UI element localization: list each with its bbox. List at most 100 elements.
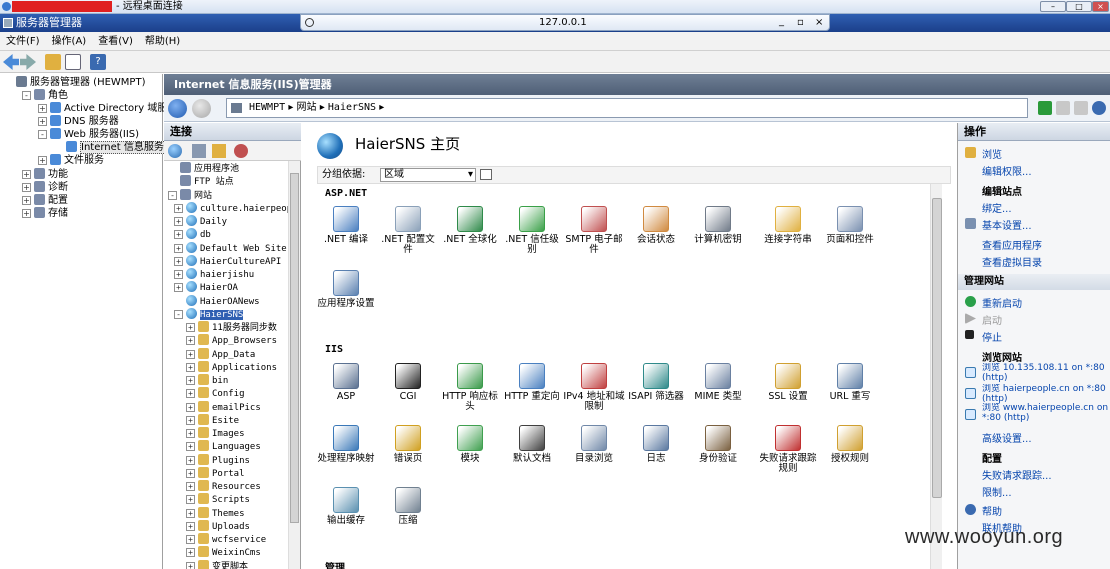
up-folder-icon[interactable] [45, 54, 61, 70]
action-help[interactable]: 帮助 [982, 503, 1002, 518]
tree-node[interactable]: + DNS 服务器 [0, 115, 163, 128]
action-basic-settings[interactable]: 基本设置... [982, 217, 1032, 232]
feature-item[interactable]: 模块 [439, 425, 501, 464]
maximize-button[interactable]: □ [1066, 1, 1092, 12]
feature-item[interactable]: .NET 全球化 [439, 206, 501, 245]
connection-node[interactable]: + Plugins [164, 453, 288, 467]
action-edit-permissions[interactable]: 编辑权限... [982, 163, 1032, 178]
show-hide-tree-icon[interactable] [65, 54, 81, 70]
up-icon[interactable] [212, 144, 226, 158]
connection-node[interactable]: + Applications [164, 360, 288, 374]
connection-node[interactable]: + Default Web Site [164, 241, 288, 255]
connection-node[interactable]: + WeixinCms [164, 546, 288, 559]
feature-item[interactable]: 错误页 [377, 425, 439, 464]
rdp-restore-icon[interactable]: ▫ [797, 15, 804, 30]
expand-icon[interactable]: + [22, 183, 31, 192]
action-view-applications[interactable]: 查看应用程序 [982, 237, 1042, 252]
save-icon[interactable] [192, 144, 206, 158]
pin-icon[interactable] [305, 18, 314, 27]
action-view-virtual-dirs[interactable]: 查看虚拟目录 [982, 254, 1042, 269]
disconnect-icon[interactable] [234, 144, 248, 158]
back-arrow-icon[interactable] [3, 54, 19, 70]
action-bindings[interactable]: 绑定... [982, 200, 1012, 215]
tree-node[interactable]: + 配置 [0, 194, 163, 207]
expand-icon[interactable]: + [38, 117, 47, 126]
connection-node[interactable]: + haierjishu [164, 268, 288, 281]
collapse-icon[interactable]: - [174, 309, 183, 319]
connection-node[interactable]: + culture.haierpeop [164, 201, 288, 215]
expand-icon[interactable]: + [22, 209, 31, 218]
tree-node[interactable]: + Active Directory 域服务 [0, 102, 177, 115]
rdp-close-icon[interactable]: × [815, 15, 823, 30]
rdp-minimize-icon[interactable]: _ [779, 14, 784, 29]
refresh-icon[interactable] [1038, 101, 1052, 115]
connection-node[interactable]: - HaierSNS [164, 307, 288, 321]
action-start[interactable]: 启动 [982, 312, 1002, 327]
connection-node[interactable]: + Uploads [164, 519, 288, 533]
expand-icon[interactable]: + [174, 283, 183, 293]
connection-node[interactable]: + emailPics [164, 400, 288, 414]
connection-node[interactable]: + App_Data [164, 347, 288, 361]
connections-scrollbar[interactable] [288, 161, 300, 569]
connection-node[interactable]: + Languages [164, 440, 288, 453]
expand-icon[interactable]: + [186, 495, 195, 505]
expand-icon[interactable]: + [186, 402, 195, 412]
feature-item[interactable]: 页面和控件 [819, 206, 881, 245]
expand-icon[interactable]: + [174, 270, 183, 279]
tree-node[interactable]: 服务器管理器 (HEWMPT) [0, 76, 163, 89]
nav-back-button[interactable] [168, 99, 187, 118]
breadcrumb-site[interactable]: HaierSNS [328, 102, 376, 113]
breadcrumb-sites[interactable]: 网站 [297, 102, 317, 113]
action-stop[interactable]: 停止 [982, 329, 1002, 344]
feature-item[interactable]: 目录浏览 [563, 425, 625, 464]
features-scroll-thumb[interactable] [932, 198, 942, 498]
feature-item[interactable]: 应用程序设置 [315, 270, 377, 309]
expand-icon[interactable]: + [38, 156, 47, 165]
breadcrumb[interactable]: HEWMPT ▸ 网站 ▸ HaierSNS ▸ [226, 98, 1028, 118]
expand-icon[interactable]: + [186, 362, 195, 372]
feature-item[interactable]: SSL 设置 [757, 363, 819, 402]
connections-scroll-thumb[interactable] [290, 173, 299, 523]
action-browse-link[interactable]: 浏览 www.haierpeople.cn on *:80 (http) [982, 403, 1110, 423]
connection-node[interactable]: + Portal [164, 466, 288, 480]
feature-item[interactable]: 失败请求跟踪规则 [757, 425, 819, 474]
feature-item[interactable]: 日志 [625, 425, 687, 464]
forward-arrow-icon[interactable] [20, 54, 36, 70]
connection-node[interactable]: + HaierCultureAPI [164, 254, 288, 268]
tree-node[interactable]: + 功能 [0, 168, 163, 181]
menu-action[interactable]: 操作(A) [52, 36, 87, 47]
feature-item[interactable]: .NET 信任级别 [501, 206, 563, 255]
action-browse-link[interactable]: 浏览 haierpeople.cn on *:80 (http) [982, 384, 1110, 404]
feature-item[interactable]: 身份验证 [687, 425, 749, 464]
feature-item[interactable]: SMTP 电子邮件 [563, 206, 625, 255]
tree-node[interactable]: - Web 服务器(IIS) [0, 128, 163, 141]
expand-icon[interactable]: + [186, 323, 195, 332]
expand-icon[interactable]: + [186, 561, 195, 569]
tree-node[interactable]: Internet 信息服务 ( [0, 141, 172, 154]
action-browse-link[interactable]: 浏览 10.135.108.11 on *:80 (http) [982, 363, 1110, 383]
action-browse[interactable]: 浏览 [982, 146, 1002, 161]
feature-item[interactable]: IPv4 地址和域限制 [563, 363, 625, 412]
expand-icon[interactable]: + [186, 468, 195, 478]
expand-icon[interactable]: + [174, 256, 183, 266]
tree-node[interactable]: + 诊断 [0, 181, 163, 194]
features-scrollbar[interactable] [930, 184, 942, 569]
connection-node[interactable]: + Daily [164, 215, 288, 228]
help-circle-icon[interactable] [1092, 101, 1106, 115]
expand-icon[interactable]: + [186, 429, 195, 438]
expand-icon[interactable]: + [186, 508, 195, 518]
minimize-button[interactable]: – [1040, 1, 1066, 12]
menu-help[interactable]: 帮助(H) [145, 36, 180, 47]
menu-file[interactable]: 文件(F) [6, 36, 40, 47]
expand-icon[interactable]: + [186, 442, 195, 452]
close-button[interactable]: × [1092, 1, 1109, 12]
feature-item[interactable]: MIME 类型 [687, 363, 749, 402]
action-restart[interactable]: 重新启动 [982, 295, 1022, 310]
tree-node[interactable]: + 文件服务 [0, 154, 163, 167]
expand-icon[interactable]: + [186, 548, 195, 558]
expand-icon[interactable]: + [174, 203, 183, 213]
collapse-icon[interactable]: - [168, 190, 177, 200]
expand-icon[interactable]: + [186, 482, 195, 491]
connection-node[interactable]: + Themes [164, 506, 288, 520]
connection-node[interactable]: + wcfservice [164, 533, 288, 546]
